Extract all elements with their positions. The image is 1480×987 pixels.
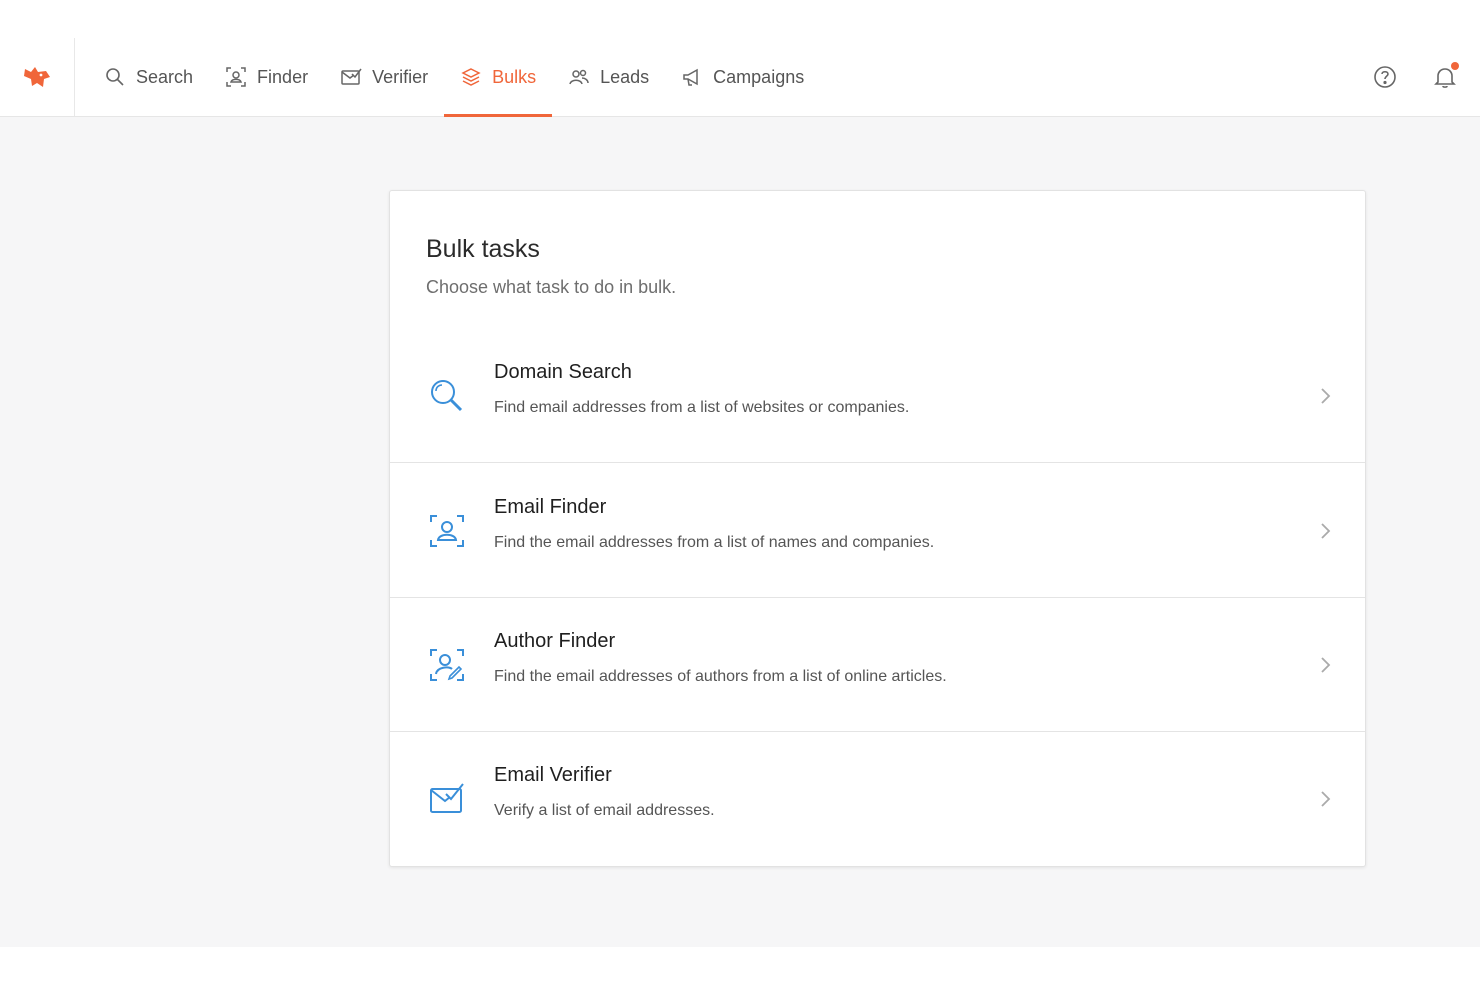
verifier-icon: [341, 68, 362, 85]
help-button[interactable]: [1372, 64, 1398, 90]
chevron-right-icon: [1321, 656, 1331, 673]
header-actions: [1372, 38, 1459, 116]
task-description: Find email addresses from a list of webs…: [494, 399, 910, 416]
nav-label-leads: Leads: [600, 66, 650, 87]
task-email-finder[interactable]: Email Finder Find the email addresses fr…: [390, 464, 1365, 598]
task-description: Find the email addresses of authors from…: [494, 668, 947, 685]
task-title: Email Finder: [494, 496, 607, 518]
chevron-right-icon: [1321, 522, 1331, 539]
nav-label-bulks: Bulks: [492, 66, 537, 87]
top-navigation-bar: Search Finder Verifier Bulks Leads Campa…: [0, 38, 1480, 117]
fox-logo-icon: [24, 67, 50, 87]
bulk-tasks-card: Bulk tasks Choose what task to do in bul…: [389, 190, 1366, 867]
bulks-icon: [461, 68, 481, 86]
finder-icon: [226, 67, 246, 87]
page-title: Bulk tasks: [426, 235, 540, 263]
nav-item-bulks[interactable]: Bulks: [444, 38, 553, 117]
leads-icon: [569, 69, 589, 85]
notification-dot: [1451, 62, 1459, 70]
nav-item-search[interactable]: Search: [88, 38, 209, 116]
task-email-verifier[interactable]: Email Verifier Verify a list of email ad…: [390, 732, 1365, 866]
nav-label-verifier: Verifier: [372, 66, 429, 87]
nav-item-campaigns[interactable]: Campaigns: [665, 38, 820, 116]
main-nav: Search Finder Verifier Bulks Leads Campa…: [88, 38, 820, 117]
notifications-button[interactable]: [1432, 62, 1459, 90]
email-finder-icon: [430, 514, 464, 547]
author-finder-icon: [430, 648, 464, 681]
task-author-finder[interactable]: Author Finder Find the email addresses o…: [390, 598, 1365, 732]
nav-item-leads[interactable]: Leads: [552, 38, 665, 116]
nav-label-finder: Finder: [257, 66, 309, 87]
nav-item-verifier[interactable]: Verifier: [324, 38, 444, 116]
email-verifier-icon: [430, 783, 464, 813]
task-domain-search[interactable]: Domain Search Find email addresses from …: [390, 329, 1365, 463]
campaigns-icon: [683, 68, 698, 86]
domain-search-icon: [431, 379, 463, 411]
search-icon: [106, 68, 124, 86]
page-subtitle: Choose what task to do in bulk.: [426, 277, 677, 297]
task-title: Author Finder: [494, 630, 616, 652]
help-icon: [1374, 66, 1396, 88]
logo[interactable]: [0, 38, 75, 116]
nav-item-finder[interactable]: Finder: [209, 38, 324, 116]
task-description: Verify a list of email addresses.: [494, 802, 715, 819]
nav-label-campaigns: Campaigns: [713, 66, 805, 87]
chevron-right-icon: [1321, 387, 1331, 404]
task-title: Email Verifier: [494, 764, 612, 786]
chevron-right-icon: [1321, 791, 1331, 807]
task-title: Domain Search: [494, 361, 632, 383]
task-description: Find the email addresses from a list of …: [494, 534, 935, 551]
nav-label-search: Search: [136, 66, 194, 87]
